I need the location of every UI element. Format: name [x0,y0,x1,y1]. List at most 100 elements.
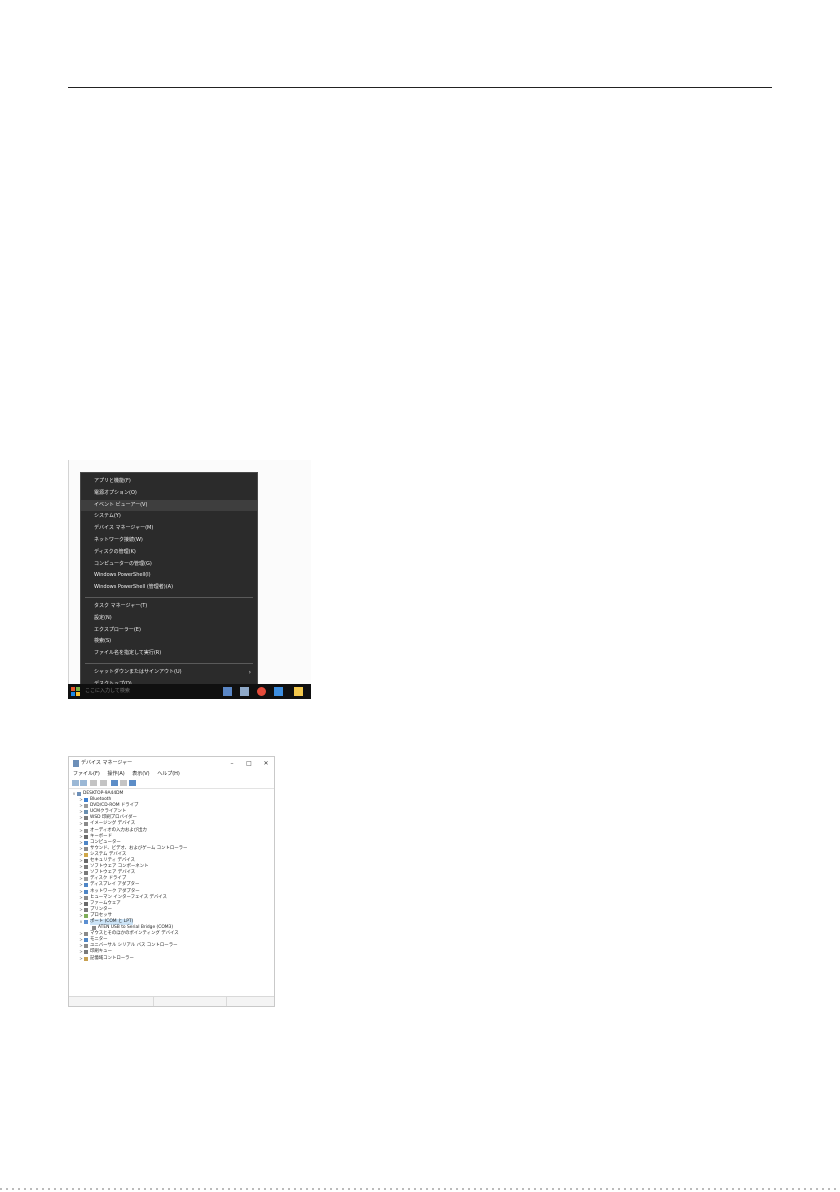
title-bar: デバイス マネージャー – □ ✕ [69,757,274,770]
menu-help[interactable]: ヘルプ(H) [157,771,180,777]
menu-item[interactable]: デバイス マネージャー(M) [81,523,257,535]
menu-item[interactable]: ネットワーク接続(W) [81,535,257,547]
menu-item-label: エクスプローラー(E) [94,626,141,633]
forward-icon[interactable] [80,780,87,786]
device-icon [84,919,88,924]
windows-logo-icon[interactable] [71,687,80,696]
tree-item-label: 記憶域コントローラー [90,955,134,961]
device-icon [84,822,88,827]
menu-item[interactable]: Windows PowerShell(I) [81,570,257,582]
device-icon [84,816,88,821]
device-icon [84,852,88,857]
menu-item-label: 設定(N) [94,614,112,621]
device-icon [84,840,88,845]
menu-item[interactable]: シャットダウンまたはサインアウト(U) › [81,667,257,679]
menu-item[interactable]: ファイル名を指定して実行(R) [81,648,257,660]
menu-item[interactable]: ディスクの管理(K) [81,547,257,559]
device-icon [84,828,88,833]
device-icon [84,907,88,912]
app-icon[interactable] [223,687,232,696]
menu-item[interactable]: イベント ビューアー(V) [81,499,257,512]
device-icon [84,913,88,918]
properties-icon[interactable] [90,780,97,786]
menu-item-label: Windows PowerShell (管理者)(A) [94,584,174,591]
device-icon [84,834,88,839]
menu-item[interactable]: アプリと機能(F) [81,476,257,488]
back-icon[interactable] [72,780,79,786]
start-menu-screenshot: アプリと機能(F) 電源オプション(O) イベント ビューアー(V) システム(Y) デ… [68,460,311,699]
status-divider [226,997,227,1006]
device-icon [84,810,88,815]
menu-item-label: ファイル名を指定して実行(R) [94,650,162,657]
menu-separator [85,596,253,598]
scan-hardware-icon[interactable] [129,780,136,786]
computer-icon [77,792,81,796]
menu-item[interactable]: コンピューターの管理(G) [81,559,257,571]
device-icon [92,926,96,931]
app-icon[interactable] [274,687,283,696]
winx-context-menu: アプリと機能(F) 電源オプション(O) イベント ビューアー(V) システム(Y) デ… [80,472,258,688]
menu-item[interactable]: 設定(N) [81,613,257,625]
menu-item[interactable]: エクスプローラー(E) [81,625,257,637]
menu-item[interactable]: システム(Y) [81,511,257,523]
chrome-icon[interactable] [257,687,266,696]
device-icon [84,944,88,949]
taskbar: ここに入力して検索 [68,684,311,699]
menu-item-label: ディスクの管理(K) [94,548,136,555]
device-icon [84,932,88,937]
menu-item[interactable]: 電源オプション(O) [81,488,257,500]
status-bar [69,996,274,1006]
help-icon[interactable] [100,780,107,786]
menu-item[interactable]: Windows PowerShell (管理者)(A) [81,582,257,594]
device-icon [84,804,88,809]
page-header-rule [68,87,772,88]
menu-item[interactable]: タスク マネージャー(T) [81,601,257,613]
device-icon [84,871,88,876]
view-icon[interactable] [120,780,127,786]
menu-item-label: 電源オプション(O) [94,489,137,496]
device-manager-window: デバイス マネージャー – □ ✕ ファイル(F) 操作(A) 表示(V) ヘル… [68,756,275,1007]
menu-item-label: システム(Y) [94,513,121,520]
menu-view[interactable]: 表示(V) [132,771,149,777]
menu-bar: ファイル(F) 操作(A) 表示(V) ヘルプ(H) [69,770,274,779]
divider [68,460,69,684]
menu-item-label: ネットワーク接続(W) [94,536,143,543]
menu-action[interactable]: 操作(A) [107,771,124,777]
device-icon [84,950,88,955]
maximize-button[interactable]: □ [242,757,256,770]
device-icon [84,901,88,906]
device-icon [84,798,88,803]
device-icon [84,895,88,900]
menu-item-label: アプリと機能(F) [94,478,131,484]
device-manager-icon [73,760,79,767]
menu-item-label: シャットダウンまたはサインアウト(U) [94,668,182,675]
menu-item-label: デバイス マネージャー(M) [94,525,154,532]
chevron-right-icon: › [248,668,251,676]
menu-separator [85,662,253,664]
window-title: デバイス マネージャー [81,760,133,766]
tree-item[interactable]: > 記憶域コントローラー [69,956,274,962]
status-divider [153,997,154,1006]
device-icon [84,883,88,888]
menu-item-label: Windows PowerShell(I) [94,572,151,579]
menu-item-label: コンピューターの管理(G) [94,560,152,567]
menu-item-label: 検索(S) [94,638,112,645]
device-icon [84,859,88,864]
device-icon [84,877,88,882]
device-tree: v DESKTOP-9A44DM > Bluetooth > DVD/CD-ROM ド… [69,789,274,962]
app-icon[interactable] [240,687,249,696]
chevron-right-icon[interactable]: > [79,956,83,962]
device-icon [84,889,88,894]
device-icon [84,956,88,961]
menu-item[interactable]: 検索(S) [81,636,257,648]
menu-file[interactable]: ファイル(F) [73,771,100,777]
minimize-button[interactable]: – [225,757,239,770]
close-button[interactable]: ✕ [259,757,273,770]
device-icon [84,865,88,870]
taskbar-search-box[interactable]: ここに入力して検索 [85,687,185,696]
device-icon [84,938,88,943]
folder-icon[interactable] [294,687,303,696]
menu-item-label: タスク マネージャー(T) [94,602,148,609]
update-driver-icon[interactable] [111,780,118,786]
menu-item-label: イベント ビューアー(V) [94,501,148,508]
